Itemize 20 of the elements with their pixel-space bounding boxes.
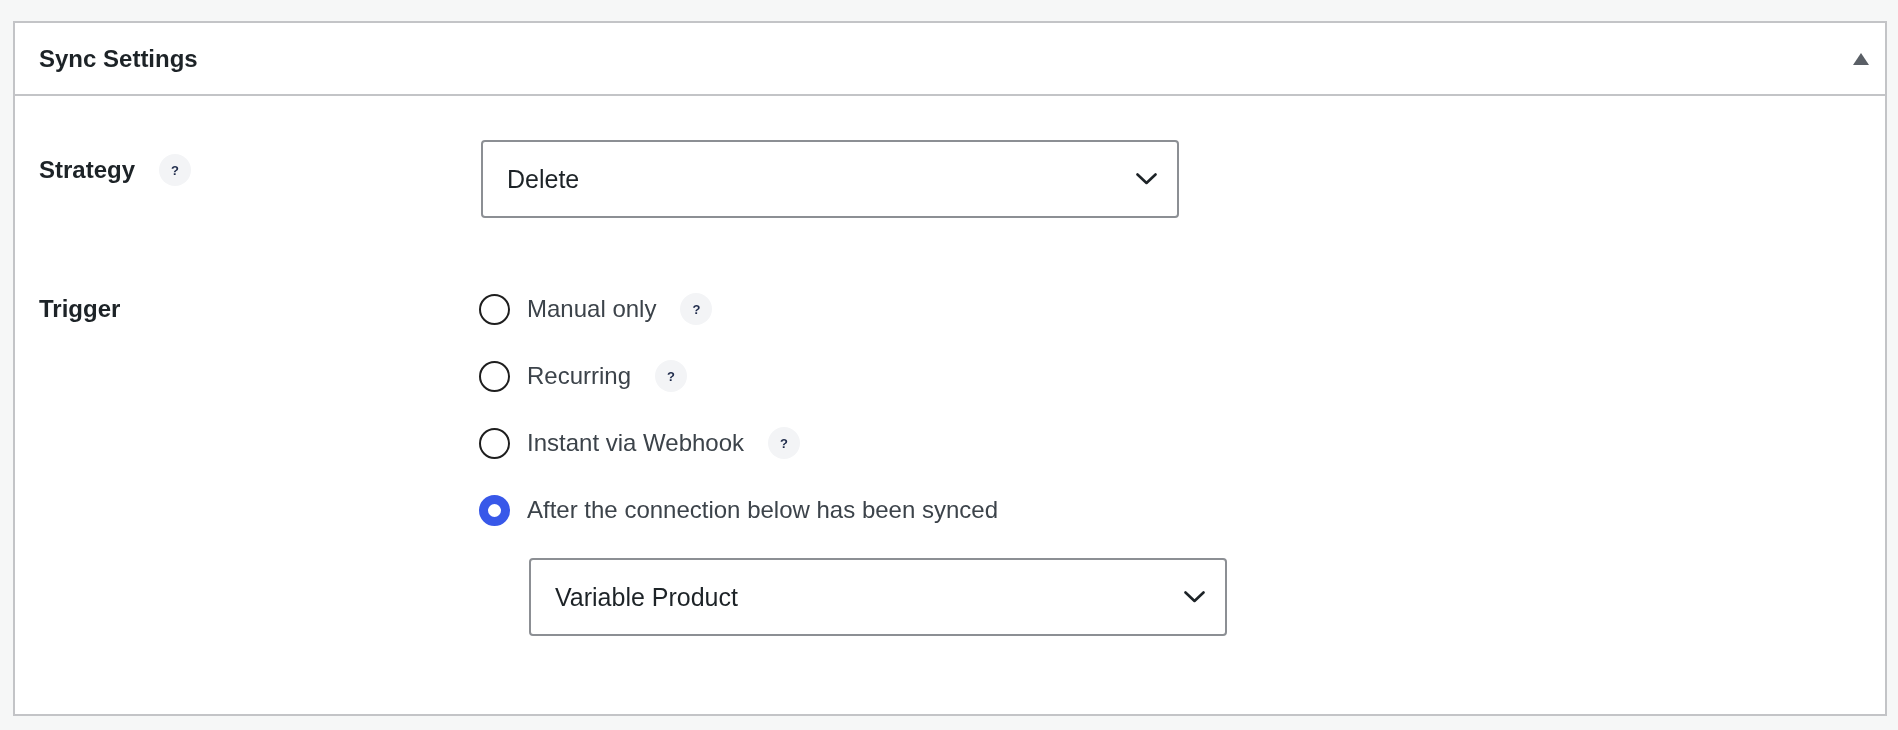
radio-label[interactable]: Manual only [527, 293, 657, 325]
triangle-icon[interactable] [1853, 52, 1869, 65]
dropdown-select[interactable]: Variable Product [529, 558, 1227, 636]
field-label: Trigger [39, 294, 121, 324]
radio-label[interactable]: After the connection below has been synced [527, 494, 998, 526]
help-button[interactable]: ? [680, 293, 713, 325]
radio-button[interactable] [479, 494, 510, 526]
radio-button[interactable] [479, 427, 510, 459]
chevron-down-icon [1184, 591, 1205, 603]
panel-title: Sync Settings [39, 43, 198, 74]
help-button[interactable]: ? [768, 427, 801, 459]
help-button[interactable]: ? [655, 360, 688, 392]
radio-button[interactable] [479, 360, 510, 392]
dropdown-select[interactable]: Delete [481, 140, 1179, 218]
radio-label[interactable]: Instant via Webhook [527, 427, 745, 459]
radio-label[interactable]: Recurring [527, 360, 632, 392]
field-label: Strategy [39, 155, 136, 185]
help-button[interactable]: ? [159, 154, 192, 186]
radio-button[interactable] [479, 293, 510, 325]
chevron-down-icon [1136, 173, 1157, 185]
